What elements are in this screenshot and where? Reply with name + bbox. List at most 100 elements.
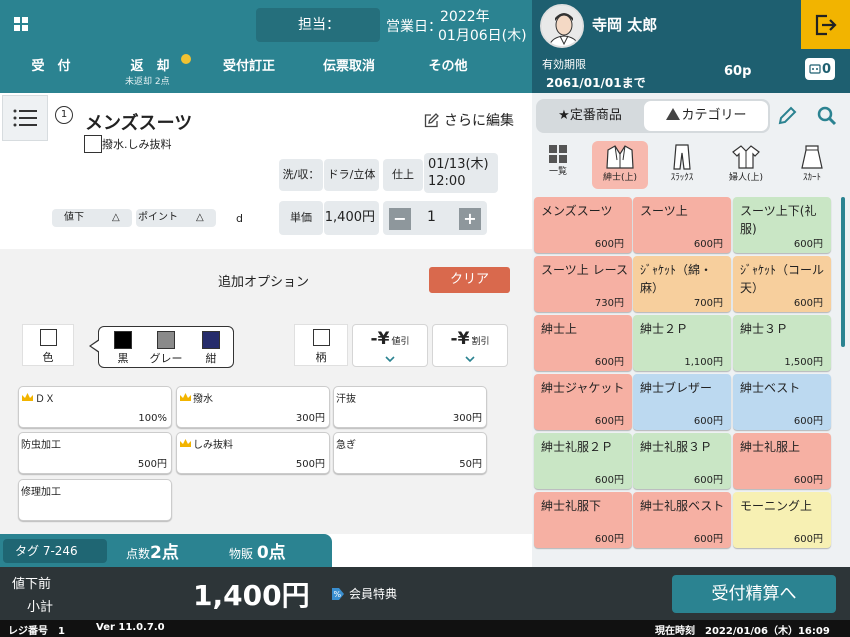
quantity-decrease-button[interactable]: −: [389, 208, 411, 230]
price-discount-button[interactable]: -¥ 値引: [352, 324, 428, 367]
tab-category[interactable]: カテゴリー: [644, 101, 768, 131]
option-button[interactable]: 急ぎ 50円: [333, 432, 487, 474]
rate-discount-button[interactable]: -¥ 割引: [432, 324, 508, 367]
tab-return[interactable]: 返 却: [120, 55, 180, 74]
avatar[interactable]: [540, 4, 584, 48]
tab-other[interactable]: その他: [420, 55, 476, 74]
product-name: スーツ上 レース: [541, 263, 628, 277]
product-tile[interactable]: スーツ上下(礼服) 600円: [733, 197, 831, 253]
option-button[interactable]: 防虫加工 500円: [18, 432, 172, 474]
water-stain-checkbox[interactable]: [84, 135, 102, 153]
product-name: 紳士礼服２Ｐ: [541, 440, 614, 454]
chevron-down-icon: [385, 356, 395, 363]
checkout-bar: 値下前 小計 1,400円 % 会員特典 受付精算へ: [0, 567, 850, 620]
water-stain-option[interactable]: 撥水.しみ抜料: [84, 135, 172, 153]
option-button[interactable]: 修理加工: [18, 479, 172, 521]
option-price: 500円: [137, 459, 167, 470]
product-tile[interactable]: スーツ上 600円: [633, 197, 731, 253]
product-price: 600円: [594, 475, 624, 486]
product-tile[interactable]: 紳士礼服２Ｐ 600円: [534, 433, 632, 489]
logout-button[interactable]: [801, 0, 850, 49]
product-tile[interactable]: ｼﾞｬｹｯﾄ（綿・麻） 700円: [633, 256, 731, 312]
product-tile[interactable]: 紳士上 600円: [534, 315, 632, 371]
category-skirts[interactable]: ｽｶｰﾄ: [788, 141, 836, 189]
tab-fixed-products[interactable]: ★定番商品: [540, 101, 640, 131]
app-menu-grid-icon[interactable]: [14, 17, 28, 31]
color-swatch-label: 黒: [117, 352, 129, 365]
crown-icon: [180, 439, 191, 447]
product-price: 600円: [693, 239, 723, 250]
subtotal-label-line1: 値下前: [12, 577, 52, 592]
item-detail-panel: 1 メンズスーツ さらに編集 撥水.しみ抜料 洗/収： ドラ/立体 仕上日： 0…: [0, 93, 532, 249]
finish-date: 01/13(木): [428, 157, 489, 172]
pattern-selector[interactable]: 柄: [294, 324, 348, 366]
product-tile[interactable]: 紳士ブレザー 600円: [633, 374, 731, 430]
point-field[interactable]: ポイント △: [136, 209, 216, 227]
tab-reception[interactable]: 受 付: [26, 55, 76, 74]
product-price: 700円: [693, 298, 723, 309]
category-slacks[interactable]: ｽﾗｯｸｽ: [658, 141, 706, 189]
product-tile[interactable]: スーツ上 レース 730円: [534, 256, 632, 312]
option-button[interactable]: 汗抜 300円: [333, 386, 487, 428]
product-price: 730円: [594, 298, 624, 309]
price-discount-label: 値引: [391, 337, 410, 347]
option-button[interactable]: 撥水 300円: [176, 386, 330, 428]
tag-summary-bar: タグ 7-246 点数2点 物販 0点: [0, 534, 332, 567]
product-tile[interactable]: メンズスーツ 600円: [534, 197, 632, 253]
markdown-field[interactable]: 値下 △: [52, 209, 132, 227]
options-title: 追加オプション: [218, 275, 310, 290]
subtotal-amount: 1,400円: [193, 579, 310, 612]
color-selector[interactable]: 色: [22, 324, 74, 366]
color-swatch-black[interactable]: 黒: [102, 331, 144, 366]
quantity-increase-button[interactable]: +: [459, 208, 481, 230]
tag-number[interactable]: タグ 7-246: [3, 539, 107, 563]
item-name: メンズスーツ: [85, 113, 193, 134]
search-button[interactable]: [812, 101, 842, 131]
checkout-button[interactable]: 受付精算へ: [672, 575, 836, 613]
product-tile[interactable]: 紳士２Ｐ 1,100円: [633, 315, 731, 371]
option-button[interactable]: しみ抜料 500円: [176, 432, 330, 474]
product-tile[interactable]: 紳士礼服ベスト 600円: [633, 492, 731, 548]
product-name: スーツ上: [640, 204, 688, 218]
product-price: 1,500円: [784, 357, 823, 368]
tab-slip-cancel[interactable]: 伝票取消: [314, 55, 384, 74]
product-tile[interactable]: 紳士３Ｐ 1,500円: [733, 315, 831, 371]
product-tile[interactable]: ｼﾞｬｹｯﾄ（コール天） 600円: [733, 256, 831, 312]
option-price: 50円: [459, 459, 482, 470]
finish-date-value[interactable]: 01/13(木) 12:00: [424, 153, 498, 193]
product-catalog-panel: ★定番商品 カテゴリー 一覧 紳士(上) ｽﾗｯｸｽ 婦人(上) ｽｶｰﾄ メン…: [532, 93, 850, 567]
option-button[interactable]: ＤＸ 100%: [18, 386, 172, 428]
edit-catalog-button[interactable]: [772, 101, 802, 131]
product-tile[interactable]: 紳士礼服３Ｐ 600円: [633, 433, 731, 489]
category-womens-tops[interactable]: 婦人(上): [718, 141, 774, 189]
product-tile[interactable]: 紳士ベスト 600円: [733, 374, 831, 430]
pencil-icon: [778, 106, 797, 125]
product-price: 600円: [594, 357, 624, 368]
category-all[interactable]: 一覧: [534, 141, 582, 189]
additional-options-panel: 追加オプション クリア 色 黒 グレー 紺 柄 -¥ 値引 -¥ 割引 ＤＸ 100%…: [0, 249, 532, 534]
option-name: 防虫加工: [21, 436, 61, 451]
product-grid-scrollbar[interactable]: [841, 197, 845, 347]
pants-icon: [673, 144, 691, 170]
product-tile[interactable]: 紳士礼服下 600円: [534, 492, 632, 548]
tab-fixed-products-label: 定番商品: [569, 108, 622, 123]
product-tile[interactable]: モーニング上 600円: [733, 492, 831, 548]
edit-more-button[interactable]: さらに編集: [424, 110, 514, 130]
unit-price-value[interactable]: 1,400円: [324, 201, 379, 235]
blouse-icon: [732, 145, 760, 169]
customer-header: 寺岡 太郎 有効期限 2061/01/01まで 60p 0: [532, 0, 850, 93]
category-mens-tops[interactable]: 紳士(上): [592, 141, 648, 189]
color-swatch-navy[interactable]: 紺: [190, 331, 232, 366]
color-swatch-gray[interactable]: グレー: [145, 331, 187, 366]
member-benefit-button[interactable]: % 会員特典: [331, 585, 397, 602]
staff-field[interactable]: 担当：: [256, 8, 380, 42]
coupon-badge[interactable]: 0: [805, 58, 835, 80]
goods-count-value: 0点: [256, 543, 286, 563]
points-value: 60p: [724, 64, 752, 79]
item-list-button[interactable]: [2, 95, 48, 141]
tab-reception-correction[interactable]: 受付訂正: [214, 55, 284, 74]
wash-method-value[interactable]: ドラ/立体: [324, 159, 379, 191]
product-tile[interactable]: 紳士ジャケット 600円: [534, 374, 632, 430]
product-tile[interactable]: 紳士礼服上 600円: [733, 433, 831, 489]
clear-button[interactable]: クリア: [429, 267, 510, 293]
